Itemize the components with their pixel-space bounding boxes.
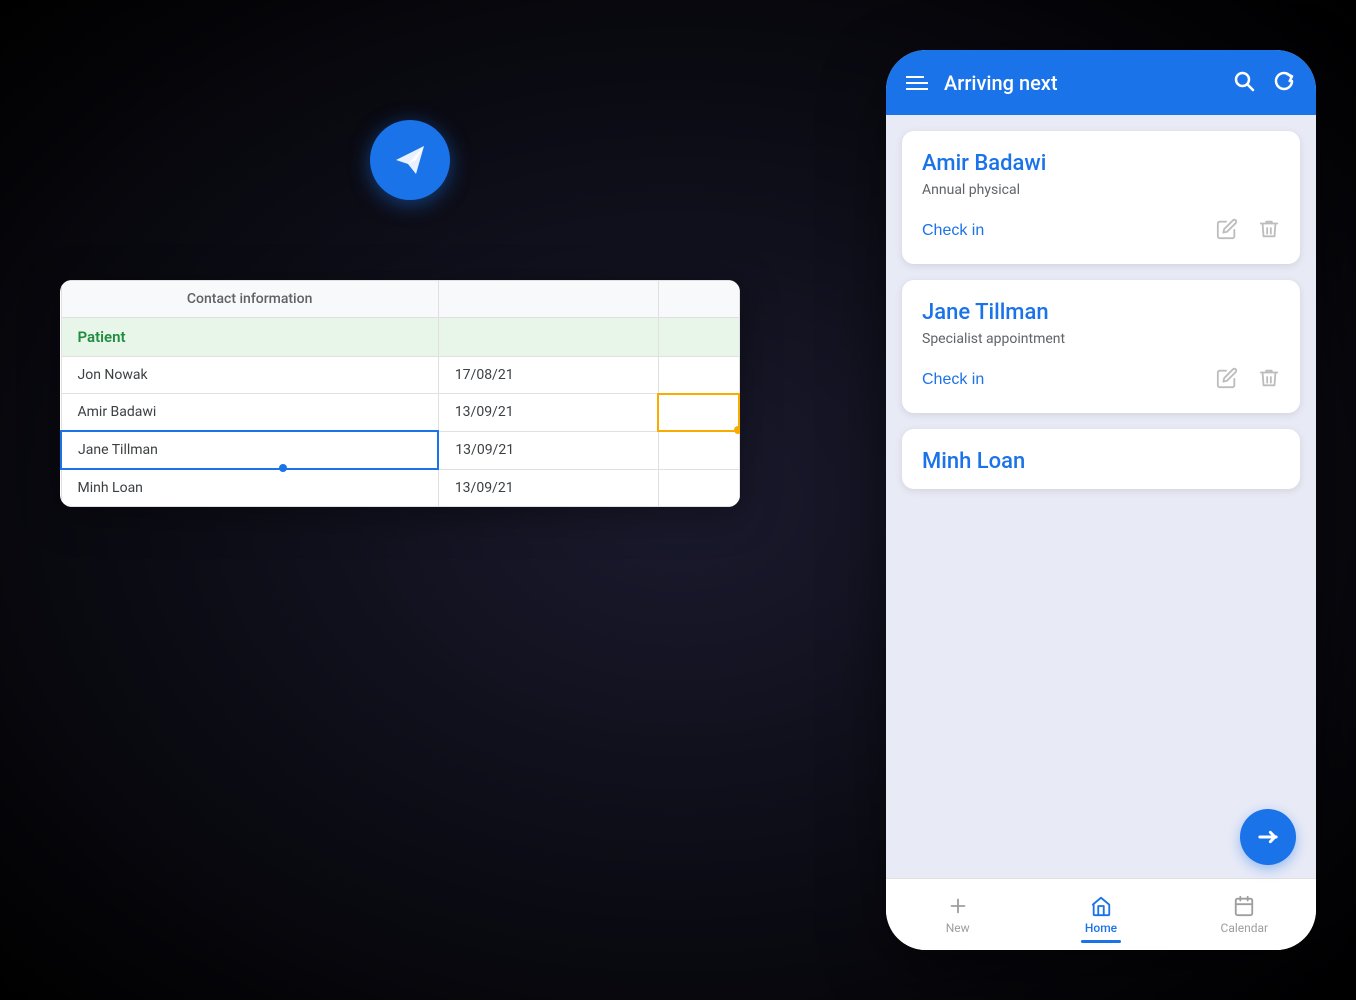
section-header-row: Patient: [61, 318, 739, 357]
refresh-icon: [1272, 69, 1296, 93]
patient-extra-cell[interactable]: [658, 394, 739, 432]
check-in-button[interactable]: Check in: [922, 222, 984, 240]
spreadsheet-table: Contact information Patient Jon Nowak 17…: [60, 280, 740, 507]
patient-extra-cell: [658, 431, 739, 469]
section-col3: [658, 318, 739, 357]
table-row[interactable]: Jon Nowak 17/08/21: [61, 357, 739, 394]
arrow-right-icon: [1254, 823, 1282, 851]
nav-item-home[interactable]: Home: [1029, 887, 1172, 943]
card-icons: [1216, 367, 1280, 393]
section-col2: [438, 318, 658, 357]
spreadsheet-card: Contact information Patient Jon Nowak 17…: [60, 280, 740, 507]
nav-label-new: New: [946, 921, 970, 935]
home-icon: [1090, 895, 1112, 917]
patient-name-cell: Jon Nowak: [61, 357, 438, 394]
delete-button[interactable]: [1258, 218, 1280, 244]
card-actions: Check in: [922, 367, 1280, 393]
col-header-name: Contact information: [61, 281, 438, 318]
app-title: Arriving next: [944, 71, 1216, 95]
patient-card-amir: Amir Badawi Annual physical Check in: [902, 131, 1300, 264]
patient-name: Amir Badawi: [922, 151, 1280, 176]
patient-name-cell: Jane Tillman: [61, 431, 438, 469]
table-header-row: Contact information: [61, 281, 739, 318]
edit-icon: [1216, 367, 1238, 389]
fab-checkin-button[interactable]: [1240, 809, 1296, 865]
section-label: Patient: [61, 318, 438, 357]
trash-icon: [1258, 367, 1280, 389]
nav-label-calendar: Calendar: [1221, 921, 1269, 935]
card-actions: Check in: [922, 218, 1280, 244]
patient-name-cell: Amir Badawi: [61, 394, 438, 432]
patient-date-cell: 13/09/21: [438, 469, 658, 507]
orange-resize-handle[interactable]: [734, 426, 740, 434]
check-in-button[interactable]: Check in: [922, 371, 984, 389]
delete-button[interactable]: [1258, 367, 1280, 393]
app-logo: [370, 120, 450, 200]
patient-date-cell: 13/09/21: [438, 431, 658, 469]
patient-extra-cell: [658, 357, 739, 394]
patient-extra-cell: [658, 469, 739, 507]
search-icon: [1232, 69, 1256, 93]
col-header-date: [438, 281, 658, 318]
phone-content: Amir Badawi Annual physical Check in: [886, 115, 1316, 878]
calendar-icon: [1233, 895, 1255, 917]
bottom-nav: New Home Calendar: [886, 878, 1316, 950]
appointment-type: Specialist appointment: [922, 331, 1280, 347]
patient-name-cell: Minh Loan: [61, 469, 438, 507]
appointment-type: Annual physical: [922, 182, 1280, 198]
patient-date-cell: 17/08/21: [438, 357, 658, 394]
phone-mockup: Arriving next A: [886, 50, 1316, 950]
paper-plane-icon: [388, 138, 432, 182]
nav-item-calendar[interactable]: Calendar: [1173, 887, 1316, 943]
card-icons: [1216, 218, 1280, 244]
nav-active-indicator: [1081, 940, 1121, 943]
hamburger-menu-icon[interactable]: [906, 76, 928, 90]
trash-icon: [1258, 218, 1280, 240]
nav-label-home: Home: [1085, 921, 1117, 935]
search-button[interactable]: [1232, 69, 1256, 97]
scene: Contact information Patient Jon Nowak 17…: [0, 0, 1356, 1000]
patient-card-jane: Jane Tillman Specialist appointment Chec…: [902, 280, 1300, 413]
table-row[interactable]: Jane Tillman 13/09/21: [61, 431, 739, 469]
phone-header: Arriving next: [886, 50, 1316, 115]
refresh-button[interactable]: [1272, 69, 1296, 97]
edit-button[interactable]: [1216, 218, 1238, 244]
col-header-extra: [658, 281, 739, 318]
patient-name: Jane Tillman: [922, 300, 1280, 325]
nav-item-new[interactable]: New: [886, 887, 1029, 943]
header-actions: [1232, 69, 1296, 97]
patient-name: Minh Loan: [922, 449, 1280, 474]
patient-date-cell: 13/09/21: [438, 394, 658, 432]
table-row[interactable]: Minh Loan 13/09/21: [61, 469, 739, 507]
patient-card-minh-partial: Minh Loan: [902, 429, 1300, 489]
edit-button[interactable]: [1216, 367, 1238, 393]
table-row[interactable]: Amir Badawi 13/09/21: [61, 394, 739, 432]
edit-icon: [1216, 218, 1238, 240]
plus-icon: [947, 895, 969, 917]
